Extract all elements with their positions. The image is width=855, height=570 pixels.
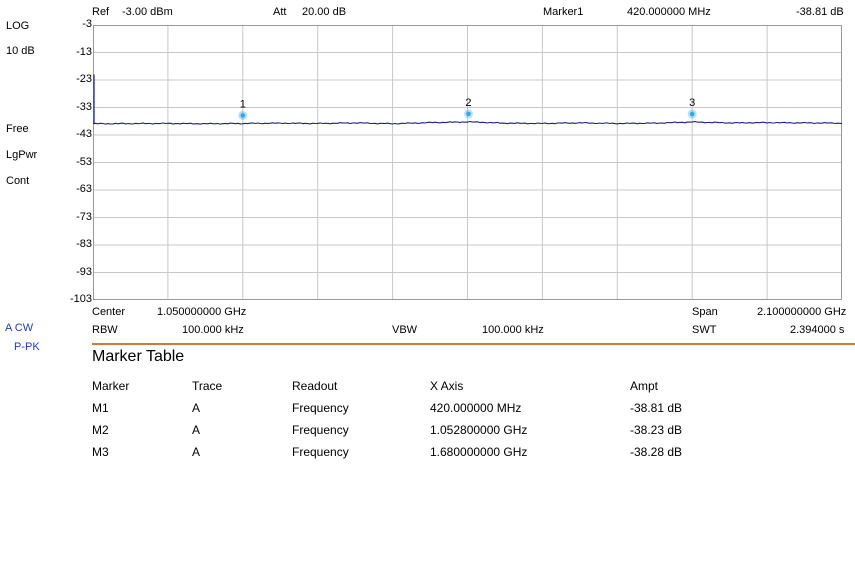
- spectrum-plot[interactable]: 1 2 3: [93, 25, 842, 300]
- cell-ampt: -38.28 dB: [630, 445, 683, 459]
- cell-trace: A: [192, 401, 201, 415]
- cell-trace: A: [192, 423, 201, 437]
- cell-ampt: -38.81 dB: [630, 401, 683, 415]
- cell-x-axis: 1.052800000 GHz: [430, 423, 528, 437]
- cell-ampt: -38.23 dB: [630, 423, 683, 437]
- marker-table-title: Marker Table: [92, 348, 185, 365]
- ref-label: Ref: [92, 6, 110, 18]
- trace-detector[interactable]: P-PK: [14, 341, 40, 353]
- swt-value[interactable]: 2.394000 s: [790, 324, 844, 336]
- y-tick: -43: [76, 128, 92, 140]
- y-tick: -83: [76, 238, 92, 250]
- span-value[interactable]: 2.100000000 GHz: [757, 306, 846, 318]
- y-tick: -103: [69, 293, 92, 305]
- cell-readout: Frequency: [292, 401, 349, 415]
- cell-trace: A: [192, 445, 201, 459]
- swt-label: SWT: [692, 324, 717, 336]
- y-tick: -23: [76, 73, 92, 85]
- att-label: Att: [273, 6, 287, 18]
- center-label: Center: [92, 306, 126, 318]
- y-tick: -63: [76, 183, 92, 195]
- cell-marker: M3: [92, 445, 109, 459]
- col-header-readout: Readout: [292, 379, 338, 393]
- marker-number: 3: [689, 97, 695, 109]
- col-header-ampt: Ampt: [630, 379, 659, 393]
- trace-mode[interactable]: A CW: [5, 322, 33, 334]
- marker-number: 2: [465, 97, 471, 109]
- marker-group: 1 2 3: [238, 97, 697, 120]
- marker-number: 1: [240, 98, 246, 110]
- rbw-value[interactable]: 100.000 kHz: [182, 324, 244, 336]
- rbw-label: RBW: [92, 324, 118, 336]
- y-axis: -3 -13 -23 -33 -43 -53 -63 -73 -83 -93 -…: [60, 0, 92, 310]
- scale-division[interactable]: 10 dB: [6, 45, 35, 57]
- vbw-label: VBW: [392, 324, 418, 336]
- ref-value[interactable]: -3.00 dBm: [122, 6, 173, 18]
- sweep-mode[interactable]: Cont: [6, 175, 29, 187]
- y-tick: -3: [82, 18, 92, 30]
- section-divider: [92, 343, 855, 345]
- vbw-value[interactable]: 100.000 kHz: [482, 324, 544, 336]
- col-header-x-axis: X Axis: [430, 379, 464, 393]
- marker-point: [466, 111, 471, 117]
- cell-x-axis: 1.680000000 GHz: [430, 445, 528, 459]
- cell-readout: Frequency: [292, 445, 349, 459]
- detector-mode[interactable]: LgPwr: [6, 149, 37, 161]
- cell-marker: M2: [92, 423, 109, 437]
- col-header-trace: Trace: [192, 379, 223, 393]
- marker-point: [240, 113, 246, 118]
- y-tick: -73: [76, 211, 92, 223]
- span-label: Span: [692, 306, 718, 318]
- marker-label: Marker1: [543, 6, 584, 18]
- center-value[interactable]: 1.050000000 GHz: [157, 306, 246, 318]
- plot-grid: [93, 25, 842, 300]
- cell-readout: Frequency: [292, 423, 349, 437]
- cell-marker: M1: [92, 401, 109, 415]
- y-tick: -13: [76, 46, 92, 58]
- y-tick: -33: [76, 101, 92, 113]
- cell-x-axis: 420.000000 MHz: [430, 401, 522, 415]
- trigger-mode[interactable]: Free: [6, 123, 29, 135]
- marker-amplitude: -38.81 dB: [796, 6, 844, 18]
- y-tick: -53: [76, 156, 92, 168]
- marker-point: [689, 111, 695, 117]
- scale-type[interactable]: LOG: [6, 20, 29, 32]
- y-tick: -93: [76, 266, 92, 278]
- col-header-marker: Marker: [92, 379, 130, 393]
- marker-frequency: 420.000000 MHz: [627, 6, 711, 18]
- att-value[interactable]: 20.00 dB: [302, 6, 346, 18]
